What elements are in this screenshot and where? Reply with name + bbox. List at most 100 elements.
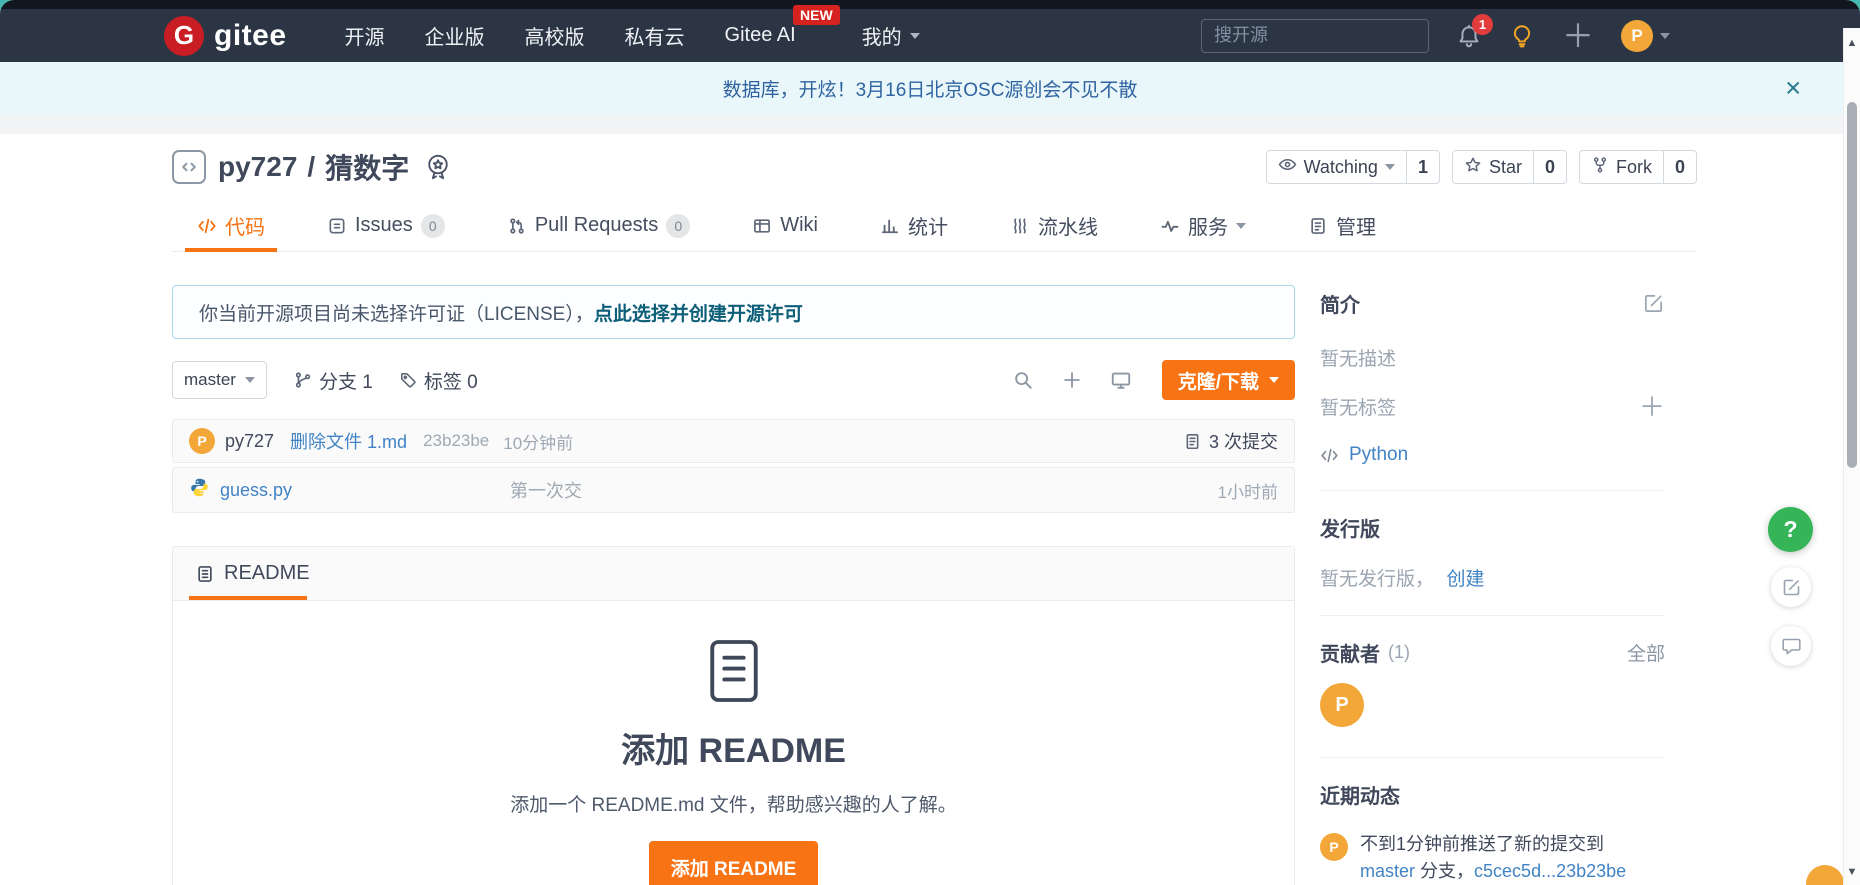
- tab-wiki[interactable]: Wiki: [752, 200, 818, 251]
- file-toolbar-icons: [1012, 369, 1132, 391]
- no-releases-text: 暂无发行版，: [1320, 569, 1435, 590]
- feedback-button[interactable]: [1771, 567, 1811, 607]
- comment-button[interactable]: [1771, 626, 1811, 666]
- tab-code[interactable]: 代码: [185, 200, 277, 252]
- readme-card: README 添加 README 添加一个 README.md 文件，帮助感兴趣…: [172, 546, 1295, 885]
- activity-text-part: 分支，: [1420, 861, 1475, 881]
- contributors-title: 贡献者 (1): [1320, 638, 1410, 667]
- add-readme-button[interactable]: 添加 README: [648, 841, 819, 885]
- medal-icon[interactable]: [423, 152, 453, 182]
- python-file-icon: [189, 477, 210, 503]
- tab-statistics[interactable]: 统计: [880, 200, 948, 251]
- chevron-down-icon: [1269, 377, 1279, 383]
- language-link[interactable]: Python: [1349, 444, 1408, 466]
- readme-doc-icon: [195, 564, 215, 584]
- no-tags-text: 暂无标签: [1320, 398, 1397, 419]
- tab-services[interactable]: 服务: [1160, 200, 1246, 251]
- repo-owner-link[interactable]: py727: [218, 151, 297, 183]
- tags-link[interactable]: 标签 0: [399, 367, 478, 394]
- nav-item-mine[interactable]: 我的: [862, 21, 920, 50]
- gitee-logo[interactable]: G gitee: [164, 15, 287, 56]
- close-icon[interactable]: ✕: [1784, 76, 1802, 101]
- scrollbar-thumb[interactable]: [1847, 102, 1857, 468]
- page-title: py727 / 猜数字: [218, 147, 409, 187]
- lightbulb-icon[interactable]: [1509, 23, 1535, 49]
- commit-hash[interactable]: 23b23be: [423, 431, 489, 451]
- repo-name-link[interactable]: 猜数字: [325, 147, 409, 187]
- nav-item-enterprise[interactable]: 企业版: [425, 21, 485, 50]
- page-background-strip: [0, 115, 1860, 134]
- star-button[interactable]: Star 0: [1451, 150, 1567, 184]
- committer-avatar[interactable]: P: [189, 428, 215, 454]
- tag-icon: [399, 371, 418, 390]
- activity-branch-link[interactable]: master: [1360, 861, 1415, 881]
- star-count[interactable]: 0: [1532, 151, 1566, 183]
- vertical-scrollbar[interactable]: ▲ ▼: [1843, 28, 1860, 885]
- language-code-icon: [1320, 446, 1339, 465]
- file-name-link[interactable]: guess.py: [220, 480, 510, 501]
- repo-tabs: 代码 Issues 0 Pull Requests 0 Wiki 统计 流水线 …: [172, 200, 1697, 252]
- search-input[interactable]: [1200, 18, 1429, 53]
- commits-count-label: 3 次提交: [1208, 432, 1278, 452]
- user-avatar-menu[interactable]: P: [1621, 19, 1670, 52]
- tags-label: 标签 0: [423, 371, 478, 393]
- nav-item-gitee-ai[interactable]: Gitee AI NEW: [725, 5, 840, 47]
- notification-bell-icon[interactable]: 1: [1456, 13, 1493, 49]
- branch-selector[interactable]: master: [172, 361, 267, 399]
- chevron-down-icon: [1384, 164, 1395, 170]
- scroll-up-arrow[interactable]: ▲: [1844, 37, 1860, 49]
- web-ide-icon[interactable]: [1110, 369, 1132, 391]
- branch-toolbar: master 分支 1 标签 0 克隆/下载: [172, 360, 1295, 400]
- title-separator: /: [307, 151, 316, 182]
- repo-action-buttons: Watching 1 Star 0 Fork 0: [1265, 150, 1697, 184]
- nav-item-private-cloud[interactable]: 私有云: [625, 21, 685, 50]
- branches-link[interactable]: 分支 1: [293, 367, 373, 394]
- issues-count-badge: 0: [420, 213, 445, 238]
- tab-pull-requests[interactable]: Pull Requests 0: [507, 200, 691, 251]
- search-icon[interactable]: [1012, 369, 1034, 391]
- primary-nav: 开源 企业版 高校版 私有云 Gitee AI NEW 我的: [345, 5, 920, 50]
- sidebar-divider: [1320, 615, 1665, 616]
- clone-download-button[interactable]: 克隆/下载: [1161, 360, 1295, 400]
- watch-count[interactable]: 1: [1405, 151, 1439, 183]
- add-tag-plus-icon[interactable]: ＋: [1639, 394, 1665, 420]
- fork-button[interactable]: Fork 0: [1578, 150, 1697, 184]
- tab-issues[interactable]: Issues 0: [327, 200, 445, 251]
- repo-code-icon: [172, 150, 206, 184]
- fork-count[interactable]: 0: [1662, 151, 1696, 183]
- readme-tab[interactable]: README: [195, 562, 310, 585]
- current-branch-label: master: [184, 370, 236, 389]
- watch-button[interactable]: Watching 1: [1265, 150, 1440, 184]
- contributors-label: 贡献者: [1320, 644, 1380, 666]
- create-release-link[interactable]: 创建: [1446, 569, 1484, 590]
- banner-link[interactable]: 数据库，开炫！3月16日北京OSC源创会不见不散: [723, 75, 1138, 102]
- tab-manage[interactable]: 管理: [1308, 200, 1376, 251]
- nav-right-tools: 1 ＋ P: [1200, 13, 1670, 53]
- scroll-down-arrow[interactable]: ▼: [1844, 866, 1860, 878]
- file-commit-message[interactable]: 第一次交: [510, 477, 1218, 503]
- tab-pipeline[interactable]: 流水线: [1010, 200, 1098, 251]
- tab-label: 流水线: [1037, 217, 1098, 239]
- help-button[interactable]: ?: [1768, 507, 1813, 552]
- customer-service-widget[interactable]: [1806, 865, 1844, 885]
- plus-icon[interactable]: [1061, 369, 1083, 391]
- create-license-link[interactable]: 点此选择并创建开源许可: [594, 299, 803, 326]
- create-plus-icon[interactable]: ＋: [1562, 20, 1594, 52]
- commits-count-link[interactable]: 3 次提交: [1183, 428, 1278, 454]
- contributor-avatar[interactable]: P: [1320, 683, 1364, 727]
- nav-item-opensource[interactable]: 开源: [345, 21, 385, 50]
- license-notice: 你当前开源项目尚未选择许可证（LICENSE）， 点此选择并创建开源许可: [172, 285, 1295, 339]
- gitee-repo-page: G gitee 开源 企业版 高校版 私有云 Gitee AI NEW 我的 搜…: [0, 0, 1860, 885]
- activity-commit-link[interactable]: c5cec5d...23b23be: [1474, 861, 1626, 881]
- edit-icon[interactable]: [1642, 292, 1665, 315]
- eye-icon: [1278, 155, 1297, 179]
- top-navbar: G gitee 开源 企业版 高校版 私有云 Gitee AI NEW 我的 搜…: [0, 5, 1860, 62]
- file-row[interactable]: guess.py 第一次交 1小时前: [172, 467, 1295, 513]
- commit-message-link[interactable]: 删除文件 1.md: [290, 428, 407, 454]
- gitee-logo-icon: G: [164, 15, 204, 56]
- activity-avatar[interactable]: P: [1320, 833, 1348, 861]
- nav-item-education[interactable]: 高校版: [525, 21, 585, 50]
- view-all-link[interactable]: 全部: [1627, 639, 1665, 666]
- committer-name[interactable]: py727: [225, 431, 274, 452]
- fork-label: Fork: [1615, 156, 1652, 177]
